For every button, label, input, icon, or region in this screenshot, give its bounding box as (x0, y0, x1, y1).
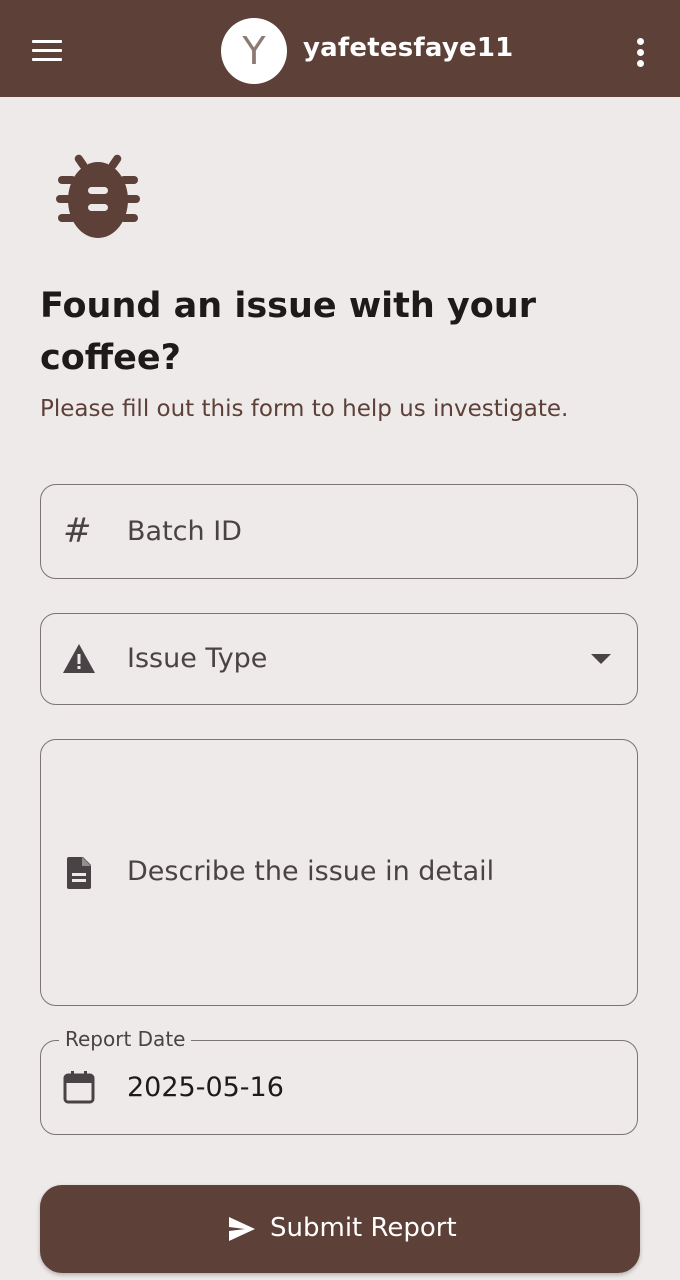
report-date-value: 2025-05-16 (127, 1072, 284, 1103)
issue-type-dropdown[interactable]: Issue Type (40, 613, 638, 705)
report-date-label: Report Date (59, 1027, 192, 1051)
bug-icon (56, 154, 140, 238)
username: yafetesfaye11 (303, 33, 514, 63)
submit-report-label: Submit Report (270, 1213, 457, 1243)
issue-type-placeholder: Issue Type (127, 643, 268, 674)
app-bar: Y yafetesfaye11 (0, 0, 680, 97)
description-field[interactable]: Describe the issue in detail (40, 739, 638, 1006)
submit-report-button[interactable]: Submit Report (40, 1185, 640, 1273)
hamburger-menu-icon[interactable] (22, 30, 70, 70)
send-icon (229, 1217, 255, 1241)
warning-icon (63, 644, 95, 673)
dropdown-arrow-icon[interactable] (591, 654, 611, 664)
page-subtitle: Please fill out this form to help us inv… (40, 396, 569, 422)
document-icon (67, 857, 91, 889)
batch-id-placeholder: Batch ID (127, 516, 242, 547)
description-placeholder: Describe the issue in detail (127, 856, 495, 887)
hash-icon: # (63, 511, 92, 551)
report-date-field[interactable]: Report Date 2025-05-16 (40, 1027, 638, 1135)
calendar-icon[interactable] (61, 1069, 97, 1105)
more-vert-icon[interactable] (620, 30, 660, 74)
avatar[interactable]: Y (221, 18, 287, 84)
batch-id-field[interactable]: # Batch ID (40, 484, 638, 579)
page-title: Found an issue with your coffee? (40, 286, 537, 378)
